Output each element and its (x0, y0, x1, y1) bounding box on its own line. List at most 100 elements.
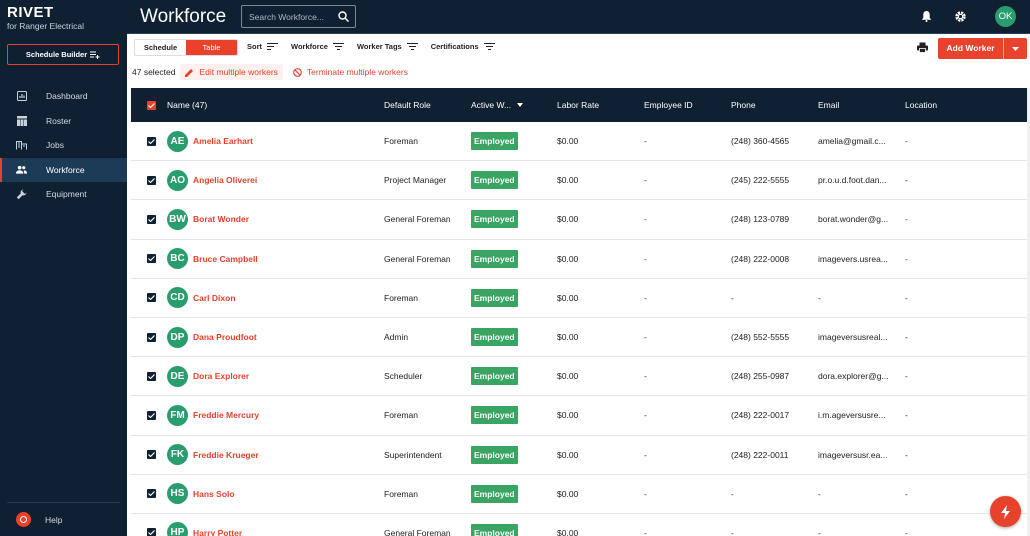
employee-id-cell: - (644, 253, 647, 264)
worker-name-cell: HP Harry Potter (167, 514, 377, 536)
column-header-role[interactable]: Default Role (384, 88, 468, 122)
worker-name-cell: HS Hans Solo (167, 475, 377, 513)
email-cell: imageversusr.ea... (818, 449, 888, 460)
user-avatar[interactable]: OK (995, 6, 1016, 27)
bell-icon[interactable] (919, 9, 933, 23)
column-header-status[interactable]: Active W... (471, 88, 555, 122)
sidebar-item-equipment[interactable]: Equipment (0, 182, 127, 207)
view-toggle: Schedule Table (134, 39, 238, 56)
quick-action-button[interactable] (990, 496, 1021, 527)
view-table-button[interactable]: Table (186, 40, 237, 55)
row-checkbox[interactable] (147, 122, 157, 160)
phone-cell: - (731, 488, 734, 499)
column-header-phone[interactable]: Phone (731, 88, 815, 122)
status-cell: Employed (471, 161, 555, 199)
filter-icon (332, 43, 344, 50)
edit-multiple-button[interactable]: Edit multiple workers (180, 64, 283, 80)
brand[interactable]: RIVET for Ranger Electrical (7, 5, 84, 32)
sidebar-item-workforce[interactable]: Workforce (0, 157, 127, 182)
row-checkbox[interactable] (147, 396, 157, 434)
table-row[interactable]: CD Carl Dixon Foreman Employed $0.00 - - - - (131, 278, 1027, 318)
workforce-filter[interactable]: Workforce (291, 42, 344, 51)
table-row[interactable]: BW Borat Wonder General Foreman Employed $0.… (131, 200, 1027, 240)
worker-name-link[interactable]: Amelia Earhart (193, 136, 253, 146)
help-link[interactable]: Help (16, 512, 62, 527)
role-cell: Scheduler (384, 371, 423, 382)
sidebar-item-jobs[interactable]: Jobs (0, 133, 127, 158)
gear-icon[interactable] (953, 9, 967, 23)
table-row[interactable]: HS Hans Solo Foreman Employed $0.00 - - - - (131, 474, 1027, 514)
terminate-multiple-button[interactable]: Terminate multiple workers (288, 64, 413, 80)
role-cell: Admin (384, 332, 409, 343)
row-checkbox[interactable] (147, 240, 157, 278)
table-row[interactable]: DP Dana Proudfoot Admin Employed $0.00 - (248)… (131, 317, 1027, 358)
worker-name-link[interactable]: Bruce Campbell (193, 254, 258, 264)
row-checkbox[interactable] (147, 357, 157, 395)
sidebar-item-roster[interactable]: Roster (0, 109, 127, 134)
print-icon[interactable] (917, 42, 928, 55)
employee-id-cell: - (644, 449, 647, 460)
certifications-filter[interactable]: Certifications (431, 42, 495, 51)
worker-name-link[interactable]: Dora Explorer (193, 371, 249, 381)
lightning-icon (1000, 504, 1010, 519)
worker-name-link[interactable]: Carl Dixon (193, 293, 236, 303)
row-checkbox[interactable] (147, 514, 157, 536)
labor-rate-cell: $0.00 (557, 253, 579, 264)
table-row[interactable]: AE Amelia Earhart Foreman Employed $0.00 - (24… (131, 122, 1027, 162)
row-checkbox[interactable] (147, 279, 157, 317)
column-header-rate[interactable]: Labor Rate (557, 88, 641, 122)
email-cell: - (818, 527, 821, 536)
worker-name-link[interactable]: Angelia Oliverei (193, 175, 257, 185)
role-cell: Superintendent (384, 449, 442, 460)
view-schedule-button[interactable]: Schedule (135, 40, 186, 55)
chevron-down-icon[interactable] (1004, 46, 1026, 51)
avatar: DP (167, 326, 188, 348)
role-cell: Project Manager (384, 175, 447, 186)
filter-label: Certifications (430, 42, 479, 51)
table-row[interactable]: FK Freddie Krueger Superintendent Employed $… (131, 435, 1027, 475)
worker-name-link[interactable]: Dana Proudfoot (193, 332, 257, 342)
filter-icon (406, 43, 418, 50)
edit-multiple-label: Edit multiple workers (199, 67, 278, 77)
worker-tags-filter[interactable]: Worker Tags (357, 42, 418, 51)
row-checkbox[interactable] (147, 200, 157, 238)
role-cell: General Foreman (384, 214, 451, 225)
sidebar-item-dashboard[interactable]: Dashboard (0, 84, 127, 109)
table-row[interactable]: AO Angelia Oliverei Project Manager Employe… (131, 161, 1027, 201)
worker-name-link[interactable]: Freddie Mercury (193, 410, 259, 420)
select-all-checkbox[interactable] (147, 88, 157, 122)
worker-name-link[interactable]: Freddie Krueger (193, 450, 259, 460)
add-worker-button[interactable]: Add Worker (938, 38, 1027, 59)
avatar: HP (167, 522, 188, 536)
schedule-builder-button[interactable]: Schedule Builder (7, 44, 119, 65)
status-badge: Employed (471, 367, 518, 386)
table-row[interactable]: BC Bruce Campbell General Foreman Employed $… (131, 239, 1027, 279)
search-box[interactable] (241, 5, 356, 28)
sort-filter[interactable]: Sort (247, 42, 278, 51)
row-checkbox[interactable] (147, 475, 157, 513)
worker-name-link[interactable]: Harry Potter (193, 528, 242, 536)
column-header-location[interactable]: Location (905, 88, 989, 122)
row-checkbox[interactable] (147, 161, 157, 199)
worker-name-link[interactable]: Borat Wonder (193, 214, 249, 224)
location-cell: - (905, 371, 908, 382)
row-checkbox[interactable] (147, 318, 157, 356)
worker-name-link[interactable]: Hans Solo (193, 489, 235, 499)
status-badge: Employed (471, 288, 518, 307)
phone-cell: - (731, 292, 734, 303)
column-header-email[interactable]: Email (818, 88, 898, 122)
search-icon[interactable] (338, 11, 350, 24)
column-header-employee-id[interactable]: Employee ID (644, 88, 728, 122)
filter-icon (483, 43, 495, 50)
phone-cell: (248) 222-0017 (731, 410, 790, 421)
column-header-name[interactable]: Name (47) (167, 88, 377, 122)
row-checkbox[interactable] (147, 436, 157, 474)
search-input[interactable] (249, 11, 339, 22)
table-row[interactable]: DE Dora Explorer Scheduler Employed $0.00 - (2… (131, 357, 1027, 397)
labor-rate-cell: $0.00 (557, 488, 579, 499)
table-row[interactable]: HP Harry Potter General Foreman Employed $0.… (131, 513, 1027, 536)
table-row[interactable]: FM Freddie Mercury Foreman Employed $0.00 - (2… (131, 396, 1027, 436)
schedule-builder-label: Schedule Builder (25, 50, 88, 59)
avatar: BW (167, 208, 188, 230)
phone-cell: - (731, 527, 734, 536)
